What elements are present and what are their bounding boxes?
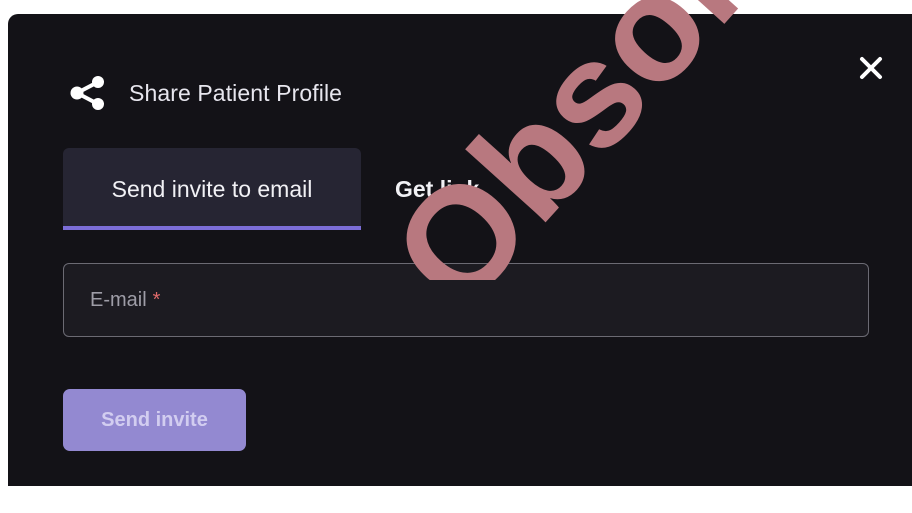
tab-send-invite-to-email[interactable]: Send invite to email [63,148,361,230]
send-invite-label: Send invite [101,408,208,431]
dialog-header: Share Patient Profile [68,76,342,110]
send-invite-button[interactable]: Send invite [63,389,246,451]
share-icon [68,76,106,110]
close-button[interactable] [856,55,886,85]
share-tabs: Send invite to email Get link [63,148,499,230]
tab-label: Send invite to email [111,175,313,202]
email-field-label: E-mail [90,288,147,311]
share-dialog: Share Patient Profile Send invite to ema… [8,14,912,486]
required-marker: * [152,288,161,311]
page: Share Patient Profile Send invite to ema… [0,0,912,513]
tab-get-link[interactable]: Get link [361,148,499,230]
dialog-title: Share Patient Profile [129,79,343,106]
tab-label: Get link [395,175,480,202]
email-field[interactable]: E-mail * [63,263,869,337]
close-icon [859,56,883,85]
